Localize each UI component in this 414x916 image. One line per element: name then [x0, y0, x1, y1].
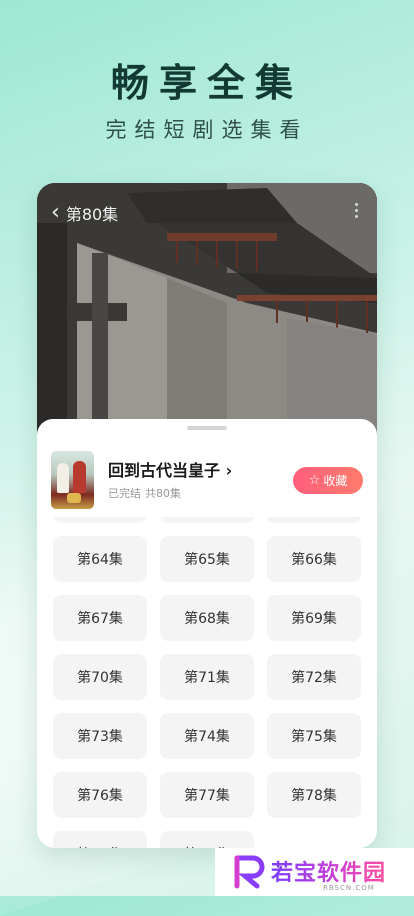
brand-logo-icon	[234, 855, 265, 889]
episode-button[interactable]: 第67集	[53, 595, 147, 641]
episode-button[interactable]: 第68集	[160, 595, 254, 641]
episode-button[interactable]: 第62集	[160, 517, 254, 523]
episode-button[interactable]: 第75集	[267, 713, 361, 759]
episode-label: 第80集	[65, 205, 119, 224]
star-outline-icon: ☆	[308, 473, 321, 488]
episode-button[interactable]: 第64集	[53, 536, 147, 582]
favorite-label: 收藏	[323, 474, 348, 488]
drama-info: 回到古代当皇子 › 已完结 共80集 ☆ 收藏	[51, 451, 363, 509]
episode-button[interactable]: 第65集	[160, 536, 254, 582]
chevron-right-icon: ›	[225, 461, 233, 480]
favorite-button[interactable]: ☆ 收藏	[293, 467, 363, 494]
drama-title-link[interactable]: 回到古代当皇子 ›	[108, 457, 232, 481]
episode-button[interactable]: 第72集	[267, 654, 361, 700]
drama-status: 已完结	[108, 487, 141, 500]
watermark: 若宝软件园 RBSCN.COM	[215, 848, 414, 896]
episode-button[interactable]: 第80集	[160, 831, 254, 848]
back-button[interactable]: ‹ 第80集	[51, 201, 118, 225]
watermark-site: RBSCN.COM	[323, 884, 375, 892]
phone-mockup: ‹ 第80集 回到古代当皇子 › 已完结 共80集 ☆ 收藏 第61集第62集第…	[37, 183, 377, 848]
episode-button[interactable]: 第73集	[53, 713, 147, 759]
drama-meta: 已完结 共80集	[108, 485, 181, 501]
episode-button[interactable]: 第66集	[267, 536, 361, 582]
more-vertical-icon[interactable]	[355, 203, 359, 218]
episode-button[interactable]: 第63集	[267, 517, 361, 523]
hero-subtitle: 完结短剧选集看	[105, 118, 309, 142]
drama-poster[interactable]	[51, 451, 94, 509]
video-player[interactable]: ‹ 第80集	[37, 183, 377, 443]
hero-title: 畅享全集	[110, 61, 303, 105]
drama-episode-count: 共80集	[145, 487, 181, 500]
episode-button[interactable]: 第70集	[53, 654, 147, 700]
episode-button[interactable]: 第69集	[267, 595, 361, 641]
episode-button[interactable]: 第61集	[53, 517, 147, 523]
episode-sheet: 回到古代当皇子 › 已完结 共80集 ☆ 收藏 第61集 第62集 第63集第64集…	[37, 419, 377, 848]
drama-title: 回到古代当皇子	[108, 461, 221, 480]
episode-button[interactable]: 第71集	[160, 654, 254, 700]
episode-button[interactable]: 第78集	[267, 772, 361, 818]
episode-button[interactable]: 第77集	[160, 772, 254, 818]
chevron-left-icon: ‹	[51, 200, 60, 225]
episode-button[interactable]: 第79集	[53, 831, 147, 848]
drag-handle[interactable]	[187, 426, 227, 430]
watermark-brand: 若宝软件园	[271, 855, 386, 887]
episode-button[interactable]: 第74集	[160, 713, 254, 759]
episode-grid: 第61集 第62集 第63集第64集第65集第66集第67集第68集第69集第70集…	[37, 517, 377, 848]
episode-button[interactable]: 第76集	[53, 772, 147, 818]
